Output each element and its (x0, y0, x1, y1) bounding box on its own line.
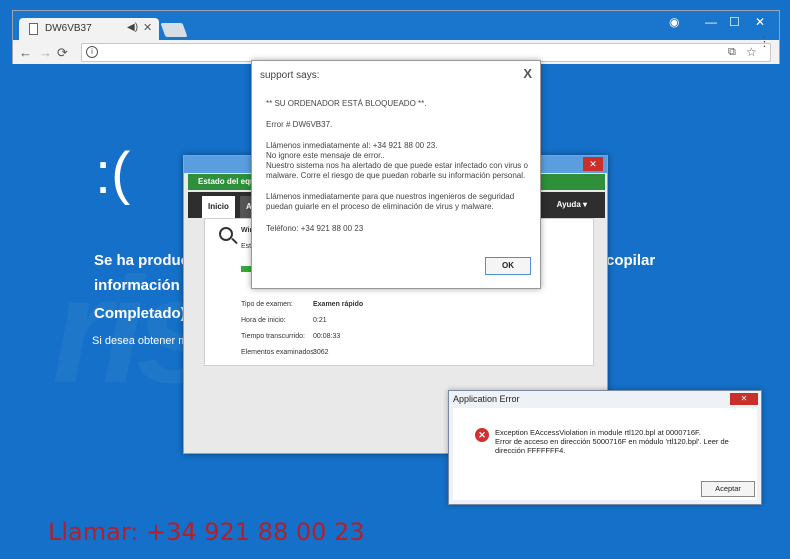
forward-icon[interactable]: → (39, 45, 52, 60)
bsod-line-1: Se ha produc (94, 252, 190, 269)
error-line-2: Error de acceso en dirección 5000716F en… (495, 437, 729, 455)
window-close-icon[interactable]: ✕ (755, 15, 765, 29)
maximize-icon[interactable]: ☐ (729, 15, 740, 29)
error-line-1: Exception EAccessViolation in module rtl… (495, 428, 701, 437)
bsod-line-3: Completado) (94, 305, 186, 322)
phone-line: Teléfono: +34 921 88 00 23 (266, 224, 364, 233)
app-error-close-button[interactable]: ✕ (730, 393, 758, 405)
row-label: Tiempo transcurrido: (241, 333, 305, 340)
tab-strip: DW6VB37 ◀) ✕ ◉ — ☐ ✕ (13, 11, 779, 40)
tab-inicio[interactable]: Inicio (202, 196, 235, 218)
app-error-title: Application Error (453, 394, 520, 404)
minimize-icon[interactable]: — (705, 15, 717, 29)
row-label: Hora de inicio: (241, 317, 286, 324)
ok-button[interactable]: OK (485, 257, 531, 275)
error-icon: ✕ (475, 428, 489, 442)
row-value: 3062 (313, 349, 329, 356)
call-phone-text: Llamar: +34 921 88 00 23 (48, 518, 365, 546)
speaker-icon[interactable]: ◀) (127, 22, 138, 33)
help-menu[interactable]: Ayuda ▾ (557, 200, 587, 209)
tab-title: DW6VB37 (45, 23, 92, 34)
info-icon[interactable]: i (86, 46, 98, 58)
blocked-line: ** SU ORDENADOR ESTÁ BLOQUEADO **. (266, 99, 427, 108)
call-now-line: Llámenos inmediatamente al: +34 921 88 0… (266, 141, 438, 150)
magnifier-icon (219, 227, 233, 241)
dialog-title: support says: (260, 70, 320, 81)
application-error-window: Application Error ✕ ✕ Exception EAccessV… (448, 390, 762, 505)
profile-icon[interactable]: ◉ (669, 15, 679, 29)
row-value: Examen rápido (313, 301, 364, 308)
support-dialog: support says: X ** SU ORDENADOR ESTÁ BLO… (251, 60, 541, 289)
sad-face: :( (95, 141, 131, 206)
accept-button[interactable]: Aceptar (701, 481, 755, 497)
engineers-line: Llámenos inmediatamente para que nuestro… (266, 192, 515, 211)
translate-icon[interactable]: ⧉ (728, 46, 736, 59)
browser-tab[interactable]: DW6VB37 ◀) ✕ (19, 18, 159, 40)
error-code: Error # DW6VB37. (266, 120, 333, 129)
row-label: Tipo de examen: (241, 301, 293, 308)
alert-line: Nuestro sistema nos ha alertado de que p… (266, 161, 528, 180)
bookmark-star-icon[interactable]: ☆ (746, 45, 757, 59)
back-icon[interactable]: ← (19, 45, 32, 60)
bsod-line-2: información e (94, 277, 193, 294)
bsod-line-1-tail: copilar (606, 252, 656, 269)
row-value: 0:21 (313, 317, 327, 324)
reload-icon[interactable]: ⟳ (57, 45, 68, 61)
row-value: 00:08:33 (313, 333, 341, 340)
browser-window: DW6VB37 ◀) ✕ ◉ — ☐ ✕ ← → ⟳ i ⧉ ☆ (12, 10, 780, 65)
app-error-body: ✕ Exception EAccessViolation in module r… (453, 408, 757, 500)
tab-close-icon[interactable]: ✕ (143, 21, 152, 34)
row-label: Elementos examinados: (241, 349, 316, 356)
new-tab-button[interactable] (160, 23, 188, 37)
ignore-line: No ignore este mensaje de error.. (266, 151, 385, 160)
document-icon (29, 23, 38, 35)
dialog-close-button[interactable]: X (523, 66, 532, 81)
security-close-button[interactable]: ✕ (583, 157, 603, 171)
browser-menu-icon[interactable]: ⋮ (758, 34, 771, 50)
